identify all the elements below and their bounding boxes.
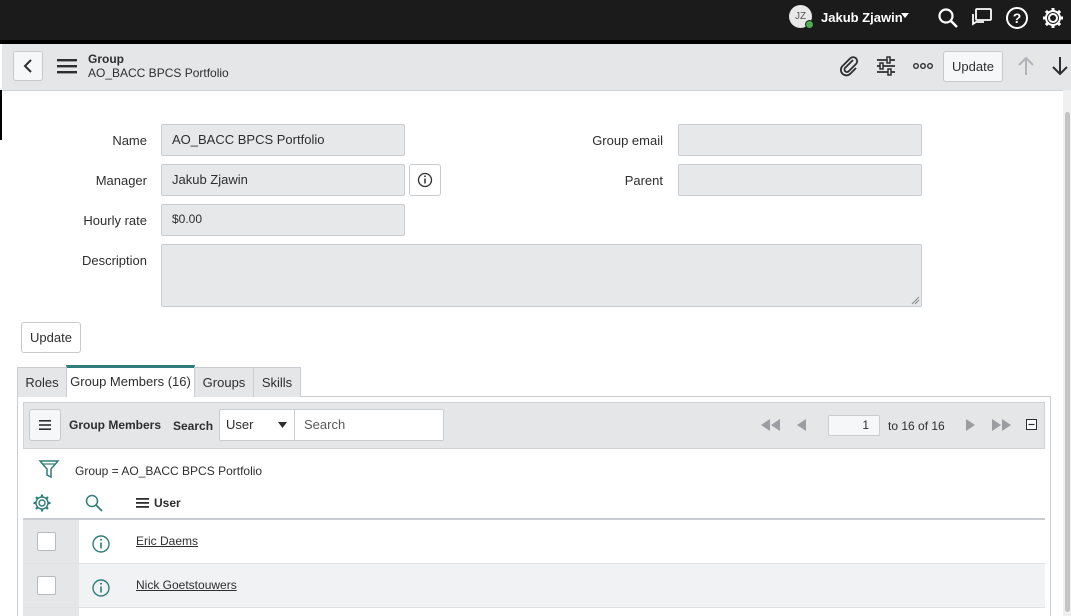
list-title: Group Members bbox=[69, 418, 162, 432]
search-icon[interactable] bbox=[84, 493, 104, 513]
user-name[interactable]: Jakub Zjawin bbox=[821, 10, 903, 25]
previous-page-icon[interactable] bbox=[795, 417, 809, 433]
group-email-label: Group email bbox=[592, 133, 663, 148]
gear-icon[interactable] bbox=[1041, 6, 1065, 30]
more-icon[interactable] bbox=[912, 55, 934, 77]
search-icon[interactable] bbox=[936, 6, 960, 30]
collapse-icon[interactable] bbox=[1026, 419, 1037, 430]
search-input[interactable]: Search bbox=[294, 409, 444, 441]
list-menu-button[interactable] bbox=[29, 409, 61, 441]
menu-icon bbox=[39, 420, 51, 430]
update-button-header[interactable]: Update bbox=[943, 51, 1003, 82]
row-select-cell bbox=[23, 608, 79, 616]
description-label: Description bbox=[81, 253, 147, 268]
table-row: Eric Daems bbox=[23, 520, 1045, 564]
info-icon[interactable] bbox=[91, 578, 111, 598]
filter-breadcrumb[interactable]: Group = AO_BACC BPCS Portfolio bbox=[75, 464, 262, 478]
info-icon[interactable] bbox=[91, 534, 111, 554]
tab-group-members[interactable]: Group Members (16) bbox=[66, 365, 195, 397]
row-checkbox[interactable] bbox=[37, 576, 56, 595]
name-label: Name bbox=[112, 133, 147, 148]
manager-field[interactable]: Jakub Zjawin bbox=[161, 164, 405, 196]
group-email-field[interactable] bbox=[678, 124, 922, 156]
parent-label: Parent bbox=[624, 173, 663, 188]
filter-icon[interactable] bbox=[38, 458, 60, 480]
paperclip-icon[interactable] bbox=[838, 55, 860, 77]
arrow-up-icon[interactable] bbox=[1015, 55, 1037, 77]
arrow-down-icon[interactable] bbox=[1049, 55, 1071, 77]
table-row: Nick Goetstouwers bbox=[23, 564, 1045, 608]
back-button[interactable] bbox=[13, 51, 43, 81]
sliders-icon[interactable] bbox=[875, 55, 897, 77]
list-settings-icon[interactable] bbox=[32, 493, 52, 513]
hourly-rate-label: Hourly rate bbox=[83, 213, 147, 228]
update-button[interactable]: Update bbox=[21, 322, 81, 353]
parent-field[interactable] bbox=[678, 164, 922, 196]
record-type: Group bbox=[88, 52, 124, 66]
next-page-icon[interactable] bbox=[963, 417, 977, 433]
page-range: to 16 of 16 bbox=[888, 419, 945, 433]
row-checkbox[interactable] bbox=[37, 532, 56, 551]
column-menu-icon[interactable] bbox=[136, 497, 150, 509]
help-icon[interactable]: ? bbox=[1005, 6, 1029, 30]
description-field[interactable] bbox=[161, 244, 922, 307]
record-name: AO_BACC BPCS Portfolio bbox=[88, 66, 229, 80]
user-link[interactable]: Eric Daems bbox=[136, 534, 198, 548]
tab-skills[interactable]: Skills bbox=[253, 367, 301, 397]
manager-info-button[interactable] bbox=[409, 164, 441, 196]
user-link[interactable]: Nick Goetstouwers bbox=[136, 578, 237, 592]
presence-indicator bbox=[805, 20, 814, 29]
first-page-icon[interactable] bbox=[759, 417, 783, 433]
row-select-cell bbox=[23, 564, 79, 607]
row-select-cell bbox=[23, 520, 79, 563]
chevron-down-icon[interactable] bbox=[900, 12, 910, 20]
info-icon bbox=[417, 172, 433, 188]
resize-handle-icon[interactable] bbox=[911, 296, 920, 305]
name-field[interactable]: AO_BACC BPCS Portfolio bbox=[161, 124, 405, 156]
page-number-input[interactable]: 1 bbox=[828, 415, 880, 436]
last-page-icon[interactable] bbox=[989, 417, 1013, 433]
tab-roles[interactable]: Roles bbox=[17, 367, 67, 397]
column-header-user[interactable]: User bbox=[154, 496, 181, 510]
tab-groups[interactable]: Groups bbox=[194, 367, 254, 397]
chevron-down-icon bbox=[278, 422, 287, 428]
top-nav bbox=[0, 0, 1071, 40]
manager-label: Manager bbox=[95, 173, 147, 188]
hourly-rate-field[interactable]: $0.00 bbox=[161, 204, 405, 236]
svg-text:?: ? bbox=[1013, 10, 1022, 26]
menu-icon[interactable] bbox=[56, 56, 78, 76]
back-icon bbox=[23, 59, 32, 73]
search-label: Search bbox=[173, 419, 214, 433]
window-edge bbox=[0, 90, 2, 140]
scrollbar-thumb[interactable] bbox=[1065, 112, 1070, 612]
chat-icon[interactable] bbox=[970, 6, 994, 30]
